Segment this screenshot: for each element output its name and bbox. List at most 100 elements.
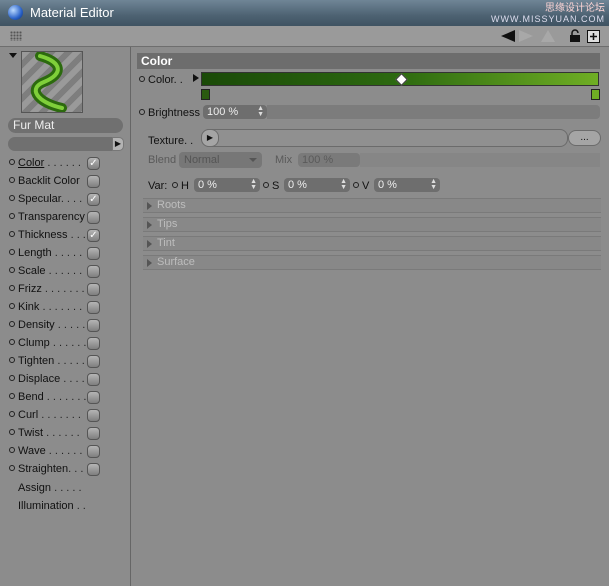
channel-checkbox[interactable] bbox=[87, 355, 100, 368]
group-tint[interactable]: Tint bbox=[143, 236, 601, 251]
channel-item-transparency[interactable]: Transparency bbox=[9, 209, 104, 226]
channel-item-assign[interactable]: Assign . . . . . bbox=[18, 480, 113, 497]
channel-label: Frizz bbox=[18, 283, 42, 295]
channel-item-backlit-color[interactable]: Backlit Color bbox=[9, 173, 104, 190]
grip-icon[interactable] bbox=[10, 31, 22, 41]
channel-checkbox[interactable] bbox=[87, 391, 100, 404]
channel-item-displace[interactable]: Displace . . . . bbox=[9, 371, 104, 388]
channel-checkbox[interactable] bbox=[87, 373, 100, 386]
channel-leader-dots: . . . . . . . bbox=[39, 301, 83, 313]
channel-dot-icon bbox=[9, 465, 15, 471]
forward-arrow-icon[interactable] bbox=[518, 29, 534, 43]
channel-item-length[interactable]: Length . . . . . bbox=[9, 245, 104, 262]
channel-item-scale[interactable]: Scale . . . . . . bbox=[9, 263, 104, 280]
group-surface[interactable]: Surface bbox=[143, 255, 601, 270]
channel-item-bend[interactable]: Bend . . . . . . . bbox=[9, 389, 104, 406]
channel-checkbox[interactable] bbox=[87, 319, 100, 332]
channel-dot-icon bbox=[9, 177, 15, 183]
channel-item-tighten[interactable]: Tighten . . . . . bbox=[9, 353, 104, 370]
preview-menu-icon[interactable] bbox=[9, 53, 17, 58]
blend-label: Blend bbox=[148, 154, 177, 166]
channel-checkbox[interactable]: ✓ bbox=[87, 229, 100, 242]
channel-checkbox[interactable]: ✓ bbox=[87, 193, 100, 206]
channel-label: Backlit Color bbox=[18, 175, 80, 187]
lock-icon[interactable] bbox=[569, 29, 581, 43]
color-label: Color. . bbox=[139, 73, 183, 87]
group-label: Roots bbox=[157, 199, 186, 211]
channel-item-wave[interactable]: Wave . . . . . . bbox=[9, 443, 104, 460]
keyframe-dot-icon[interactable] bbox=[139, 109, 145, 115]
title-bar: Material Editor 思缘设计论坛 WWW.MISSYUAN.COM bbox=[0, 0, 609, 26]
channel-item-straighten[interactable]: Straighten. . . bbox=[9, 461, 104, 478]
channel-item-illumination[interactable]: Illumination . . bbox=[18, 498, 113, 515]
var-h-field[interactable]: 0 % ▲ ▼ bbox=[194, 178, 260, 192]
expand-triangle-icon[interactable] bbox=[147, 202, 152, 210]
channel-checkbox[interactable] bbox=[87, 175, 100, 188]
expand-triangle-icon[interactable] bbox=[147, 240, 152, 248]
channel-checkbox[interactable] bbox=[87, 463, 100, 476]
texture-field[interactable] bbox=[201, 129, 568, 147]
channel-item-color[interactable]: Color . . . . . . ✓ bbox=[9, 155, 104, 172]
brightness-label: Brightness bbox=[139, 106, 200, 120]
channel-item-density[interactable]: Density . . . . . bbox=[9, 317, 104, 334]
channel-checkbox[interactable] bbox=[87, 427, 100, 440]
gradient-stop-left[interactable] bbox=[201, 89, 210, 100]
channel-checkbox[interactable] bbox=[87, 301, 100, 314]
var-h-label: H bbox=[172, 179, 189, 193]
var-s-field[interactable]: 0 % ▲ ▼ bbox=[284, 178, 350, 192]
spinner-icon[interactable]: ▲ ▼ bbox=[430, 178, 437, 191]
material-slider[interactable]: ▶ bbox=[8, 137, 124, 151]
keyframe-dot-icon[interactable] bbox=[353, 182, 359, 188]
material-name-field[interactable]: Fur Mat bbox=[8, 118, 123, 133]
material-slider-arrow-icon[interactable]: ▶ bbox=[112, 137, 124, 151]
var-v-field[interactable]: 0 % ▲ ▼ bbox=[374, 178, 440, 192]
brightness-field[interactable]: 100 % ▲ ▼ bbox=[203, 105, 267, 119]
expand-triangle-icon[interactable] bbox=[147, 221, 152, 229]
channel-leader-dots: . . . . . . bbox=[49, 337, 87, 349]
new-window-icon[interactable] bbox=[586, 29, 600, 43]
keyframe-dot-icon[interactable] bbox=[263, 182, 269, 188]
spinner-icon[interactable]: ▲ ▼ bbox=[340, 178, 347, 191]
channel-item-clump[interactable]: Clump . . . . . . bbox=[9, 335, 104, 352]
channel-item-frizz[interactable]: Frizz . . . . . . . bbox=[9, 281, 104, 298]
channel-label: Kink bbox=[18, 301, 40, 313]
back-arrow-icon[interactable] bbox=[500, 29, 516, 43]
channel-checkbox[interactable] bbox=[87, 337, 100, 350]
channel-checkbox[interactable] bbox=[87, 247, 100, 260]
channel-checkbox[interactable] bbox=[87, 211, 100, 224]
channel-item-thickness[interactable]: Thickness . . . ✓ bbox=[9, 227, 104, 244]
gradient-stop-track[interactable] bbox=[201, 87, 600, 100]
group-roots[interactable]: Roots bbox=[143, 198, 601, 213]
channel-checkbox[interactable] bbox=[87, 283, 100, 296]
channel-item-twist[interactable]: Twist . . . . . . bbox=[9, 425, 104, 442]
watermark-text: 思缘设计论坛 bbox=[545, 3, 605, 14]
spinner-icon[interactable]: ▲ ▼ bbox=[257, 105, 264, 118]
keyframe-dot-icon[interactable] bbox=[139, 76, 145, 82]
channel-checkbox[interactable]: ✓ bbox=[87, 157, 100, 170]
channel-item-curl[interactable]: Curl . . . . . . . bbox=[9, 407, 104, 424]
gradient-stop-right[interactable] bbox=[591, 89, 600, 100]
material-slider-track[interactable] bbox=[8, 137, 112, 151]
brightness-slider[interactable] bbox=[267, 105, 600, 119]
texture-browse-button[interactable]: ... bbox=[568, 130, 601, 146]
channel-dot-icon bbox=[9, 411, 15, 417]
expand-arrow-icon[interactable] bbox=[193, 74, 199, 82]
group-tips[interactable]: Tips bbox=[143, 217, 601, 232]
expand-triangle-icon[interactable] bbox=[147, 259, 152, 267]
channel-checkbox[interactable] bbox=[87, 265, 100, 278]
gradient-knob[interactable] bbox=[395, 73, 408, 86]
channel-item-specular[interactable]: Specular. . . . ✓ bbox=[9, 191, 104, 208]
channel-checkbox[interactable] bbox=[87, 409, 100, 422]
blend-dropdown[interactable]: Normal bbox=[179, 152, 262, 168]
channel-label: Tighten bbox=[18, 355, 55, 367]
spinner-icon[interactable]: ▲ ▼ bbox=[250, 178, 257, 191]
channel-leader-dots: . . . . . . bbox=[44, 157, 81, 169]
keyframe-dot-icon[interactable] bbox=[172, 182, 178, 188]
channel-checkbox[interactable] bbox=[87, 445, 100, 458]
channel-dot-icon bbox=[9, 267, 15, 273]
material-preview[interactable] bbox=[21, 51, 83, 113]
up-arrow-icon[interactable] bbox=[540, 29, 556, 43]
texture-arrow-icon[interactable]: ▶ bbox=[201, 129, 219, 147]
channel-item-kink[interactable]: Kink . . . . . . . bbox=[9, 299, 104, 316]
color-gradient-bar[interactable] bbox=[201, 72, 599, 86]
